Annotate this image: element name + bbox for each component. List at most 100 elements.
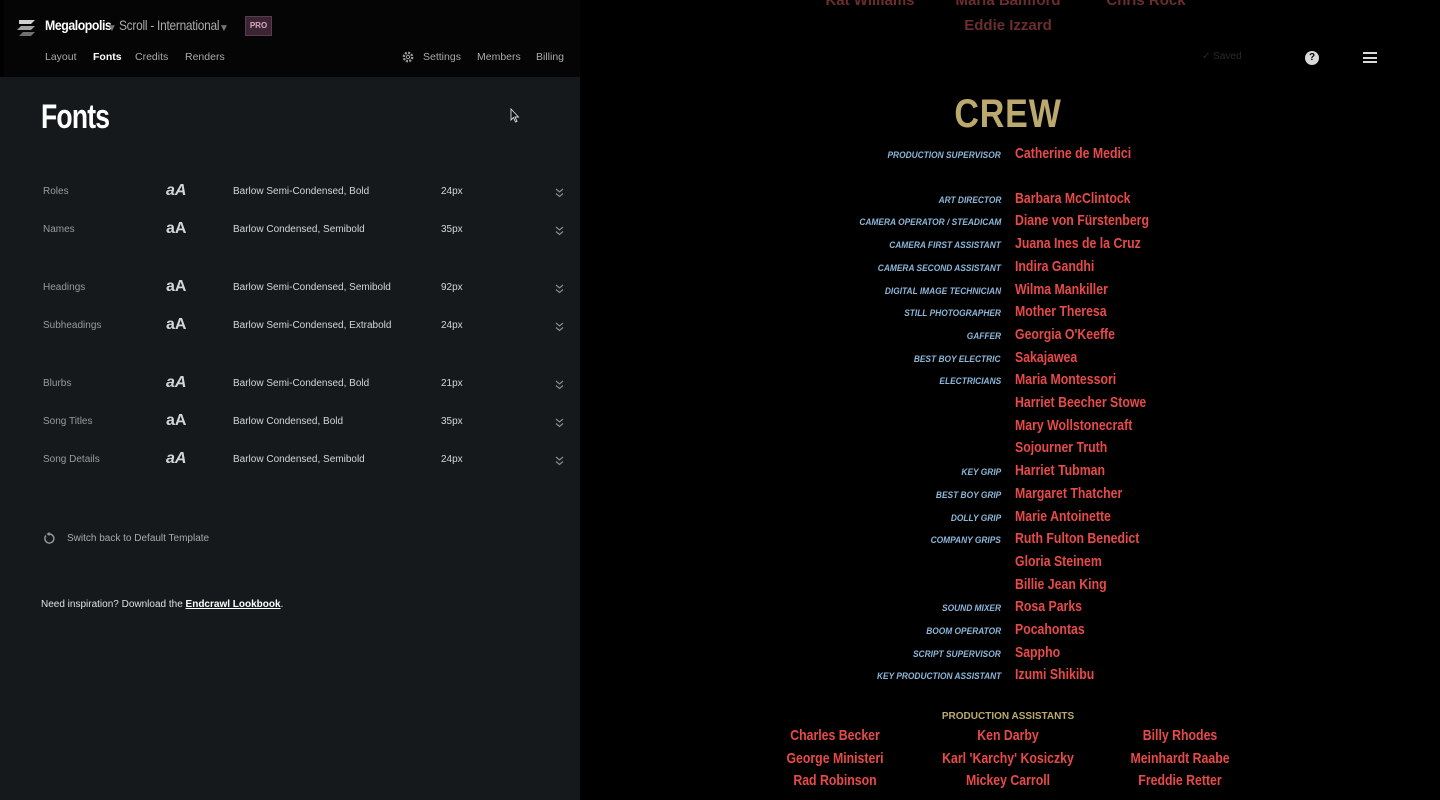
- tab-renders[interactable]: Renders: [185, 51, 225, 63]
- credit-name: Mary Wollstonecraft: [1015, 416, 1133, 434]
- chevron-down-icon[interactable]: [554, 417, 565, 429]
- credit-role: DIGITAL IMAGE TECHNICIAN: [884, 285, 1001, 297]
- chevron-down-icon[interactable]: [554, 283, 565, 295]
- template-dropdown-icon[interactable]: ▼: [219, 23, 229, 34]
- ghost-name: Kat Williams: [825, 0, 915, 9]
- template-name[interactable]: Scroll - International: [119, 17, 219, 33]
- credit-row: GAFFER Georgia O'Keeffe: [580, 326, 1440, 346]
- credit-role: KEY GRIP: [961, 467, 1001, 479]
- credit-row: ELECTRICIANS Maria Montessori: [580, 371, 1440, 391]
- tab-fonts[interactable]: Fonts: [93, 51, 122, 63]
- credit-role: PRODUCTION SUPERVISOR: [887, 150, 1001, 161]
- pro-badge: PRO: [245, 16, 272, 36]
- credit-role: STILL PHOTOGRAPHER: [904, 308, 1001, 320]
- credit-role: SOUND MIXER: [941, 603, 1001, 615]
- credit-role: CAMERA SECOND ASSISTANT: [877, 262, 1001, 274]
- tab-layout[interactable]: Layout: [45, 51, 77, 63]
- credit-name: Catherine de Medici: [1015, 145, 1132, 162]
- credit-row: PRODUCTION SUPERVISOR Catherine de Medici: [580, 145, 1440, 165]
- font-row[interactable]: Song Details aA Barlow Condensed, Semibold…: [0, 450, 580, 471]
- hamburger-menu-icon[interactable]: [1363, 52, 1377, 63]
- font-name: Barlow Semi-Condensed, Semibold: [233, 282, 391, 293]
- chevron-down-icon[interactable]: [554, 187, 565, 199]
- credit-name: Sappho: [1015, 643, 1061, 661]
- font-name: Barlow Condensed, Bold: [233, 416, 344, 427]
- font-row[interactable]: Subheadings aA Barlow Semi-Condensed, Extr…: [0, 316, 580, 337]
- credit-role: KEY PRODUCTION ASSISTANT: [876, 671, 1001, 683]
- chevron-down-icon[interactable]: [554, 455, 565, 467]
- pa-name: Charles Becker: [790, 727, 880, 744]
- credit-role: CAMERA OPERATOR / STEADICAM: [859, 217, 1001, 229]
- nav-settings[interactable]: Settings: [423, 51, 461, 63]
- subheading-production-assistants: PRODUCTION ASSISTANTS: [941, 711, 1075, 722]
- credits-preview: Kat Williams Maria Bamford Chris Rock Ed…: [580, 0, 1440, 800]
- tab-credits[interactable]: Credits: [135, 51, 168, 63]
- credit-row: BOOM OPERATOR Pocahontas: [580, 621, 1440, 641]
- project-dropdown-icon[interactable]: ▼: [107, 23, 117, 34]
- credit-name: Izumi Shikibu: [1015, 666, 1095, 684]
- credit-name: Sakajawea: [1015, 348, 1078, 366]
- switch-default-template-link[interactable]: Switch back to Default Template: [67, 533, 209, 544]
- chevron-down-icon[interactable]: [554, 225, 565, 237]
- credit-name: Margaret Thatcher: [1015, 484, 1123, 502]
- credit-name: Ruth Fulton Benedict: [1015, 530, 1140, 548]
- section-heading: CREW: [954, 92, 1062, 136]
- lookbook-link[interactable]: Endcrawl Lookbook: [186, 599, 281, 610]
- font-size: 92px: [441, 282, 463, 293]
- gear-icon[interactable]: [402, 51, 414, 63]
- mouse-cursor-icon: [510, 108, 520, 123]
- credit-row: Mary Wollstonecraft: [580, 417, 1440, 437]
- saved-status: ✓ Saved: [1202, 51, 1242, 62]
- ghost-name: Eddie Izzard: [964, 17, 1052, 34]
- credit-row: Gloria Steinem: [580, 553, 1440, 573]
- editor-panel: Megalopolis ▼ Scroll - International ▼ P…: [0, 0, 580, 800]
- credit-row: Billie Jean King: [580, 576, 1440, 596]
- reset-icon[interactable]: [43, 532, 56, 545]
- font-role-label: Roles: [43, 186, 69, 197]
- ghost-name: Chris Rock: [1106, 0, 1186, 9]
- pa-name: George Ministeri: [786, 749, 884, 767]
- font-sample: aA: [166, 450, 187, 467]
- font-role-label: Song Titles: [43, 416, 93, 427]
- credit-name: Sojourner Truth: [1015, 439, 1108, 457]
- pa-name: Karl 'Karchy' Kosiczky: [942, 749, 1074, 767]
- font-row[interactable]: Roles aA Barlow Semi-Condensed, Bold 24px: [0, 182, 580, 203]
- credit-row: BEST BOY ELECTRIC Sakajawea: [580, 349, 1440, 369]
- chevron-down-icon[interactable]: [554, 379, 565, 391]
- nav-members[interactable]: Members: [477, 51, 521, 63]
- font-role-label: Subheadings: [43, 320, 102, 331]
- font-sample: aA: [166, 374, 187, 391]
- credit-role: BOOM OPERATOR: [926, 626, 1001, 637]
- credit-role: BEST BOY GRIP: [935, 489, 1001, 501]
- credit-role: COMPANY GRIPS: [930, 535, 1001, 547]
- font-size: 21px: [441, 378, 463, 389]
- credit-row: BEST BOY GRIP Margaret Thatcher: [580, 485, 1440, 505]
- credit-row: STILL PHOTOGRAPHER Mother Theresa: [580, 303, 1440, 323]
- font-row[interactable]: Blurbs aA Barlow Semi-Condensed, Bold 21px: [0, 374, 580, 395]
- font-role-label: Headings: [43, 282, 86, 293]
- nav-billing[interactable]: Billing: [536, 51, 564, 63]
- font-sample: aA: [166, 220, 187, 237]
- font-name: Barlow Semi-Condensed, Bold: [233, 378, 370, 389]
- credit-name: Georgia O'Keeffe: [1015, 325, 1115, 343]
- font-size: 24px: [441, 320, 463, 331]
- font-name: Barlow Semi-Condensed, Extrabold: [233, 320, 392, 331]
- font-row[interactable]: Headings aA Barlow Semi-Condensed, Semibol…: [0, 278, 580, 299]
- credit-role: BEST BOY ELECTRIC: [914, 353, 1001, 365]
- font-sample: aA: [166, 278, 187, 295]
- font-row[interactable]: Song Titles aA Barlow Condensed, Bold 35px: [0, 412, 580, 433]
- endcrawl-logo-icon[interactable]: [17, 17, 37, 37]
- credit-name: Diane von Fürstenberg: [1015, 212, 1149, 230]
- credit-role: GAFFER: [966, 330, 1001, 342]
- credit-row: ART DIRECTOR Barbara McClintock: [580, 190, 1440, 210]
- project-name[interactable]: Megalopolis: [45, 17, 112, 33]
- font-row[interactable]: Names aA Barlow Condensed, Semibold 35px: [0, 220, 580, 241]
- pa-name: Billy Rhodes: [1142, 727, 1218, 744]
- ghost-name: Maria Bamford: [955, 0, 1061, 9]
- font-sample: aA: [166, 182, 187, 199]
- credit-row: CAMERA OPERATOR / STEADICAM Diane von Für…: [580, 212, 1440, 232]
- credit-name: Mother Theresa: [1015, 303, 1107, 321]
- help-icon[interactable]: ?: [1305, 51, 1319, 65]
- font-name: Barlow Semi-Condensed, Bold: [233, 186, 370, 197]
- chevron-down-icon[interactable]: [554, 321, 565, 333]
